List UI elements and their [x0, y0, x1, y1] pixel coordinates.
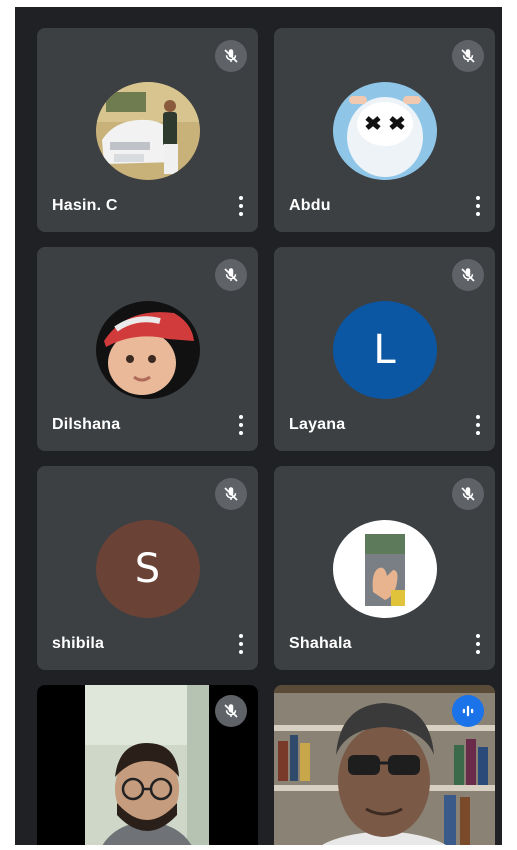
mic-off-icon: [215, 478, 247, 510]
mic-off-icon: [215, 259, 247, 291]
more-vert-icon[interactable]: [473, 194, 483, 218]
mic-off-icon: [452, 40, 484, 72]
mic-off-icon: [215, 695, 247, 727]
participant-tile[interactable]: S shibila: [37, 466, 258, 670]
mic-off-icon: [452, 478, 484, 510]
avatar-initial: S: [134, 546, 161, 592]
participant-tile[interactable]: Hasin. C: [37, 28, 258, 232]
participant-video-tile[interactable]: [274, 685, 495, 845]
more-vert-icon[interactable]: [473, 413, 483, 437]
participant-name: Hasin. C: [52, 197, 118, 214]
audio-level-icon: [452, 695, 484, 727]
mic-off-icon: [215, 40, 247, 72]
participant-tile[interactable]: L Layana: [274, 247, 495, 451]
participant-avatar: [95, 82, 200, 180]
participant-name: Shahala: [289, 635, 352, 652]
participant-avatar: S: [95, 520, 200, 618]
participant-avatar: [332, 520, 437, 618]
participant-tile[interactable]: Shahala: [274, 466, 495, 670]
participant-tile[interactable]: Dilshana: [37, 247, 258, 451]
mic-off-icon: [452, 259, 484, 291]
more-vert-icon[interactable]: [236, 632, 246, 656]
participant-name: shibila: [52, 635, 105, 652]
participant-video-tile[interactable]: [37, 685, 258, 845]
participant-avatar: [332, 82, 437, 180]
participant-tile[interactable]: Abdu: [274, 28, 495, 232]
more-vert-icon[interactable]: [236, 413, 246, 437]
participant-name: Dilshana: [52, 416, 121, 433]
participant-name: Abdu: [289, 197, 331, 214]
more-vert-icon[interactable]: [236, 194, 246, 218]
more-vert-icon[interactable]: [473, 632, 483, 656]
meeting-grid: Hasin. C Abdu Dilshana L Layana S shibil…: [15, 7, 502, 845]
avatar-initial: L: [373, 327, 396, 373]
participant-avatar: [95, 301, 200, 399]
participant-name: Layana: [289, 416, 346, 433]
participant-avatar: L: [332, 301, 437, 399]
